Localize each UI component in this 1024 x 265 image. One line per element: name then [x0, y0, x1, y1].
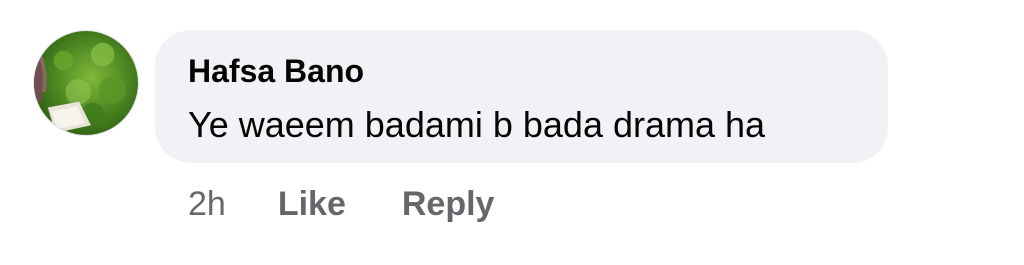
like-button[interactable]: Like [278, 182, 346, 226]
profile-photo-grass-icon [34, 31, 138, 135]
comment-author-name[interactable]: Hafsa Bano [188, 51, 364, 91]
comment-actions: 2h Like Reply [188, 182, 494, 226]
comment-text: Ye waeem badami b bada drama ha [188, 104, 766, 145]
avatar[interactable] [33, 30, 139, 136]
comment-bubble: Hafsa Bano Ye waeem badami b bada drama … [155, 30, 888, 163]
reply-button[interactable]: Reply [402, 182, 495, 226]
comment-item: Hafsa Bano Ye waeem badami b bada drama … [0, 0, 1024, 265]
comment-timestamp[interactable]: 2h [188, 182, 226, 226]
